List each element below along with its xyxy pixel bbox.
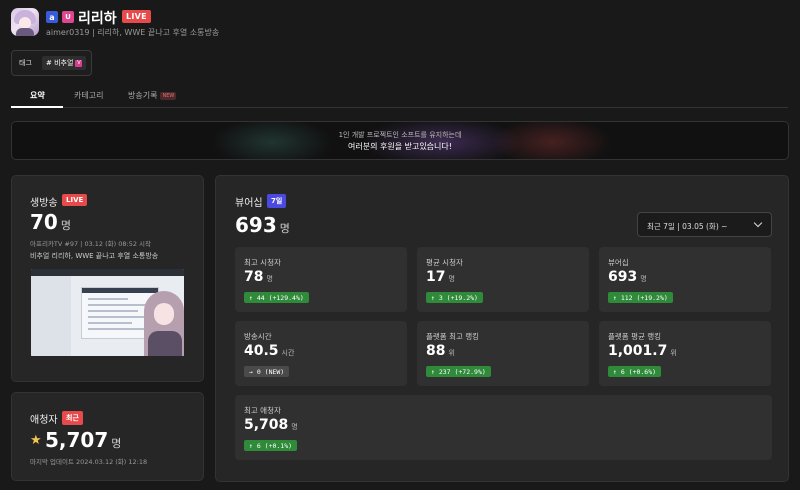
stat-label: 플랫폼 최고 랭킹 (426, 332, 480, 341)
support-banner[interactable]: 1인 개발 프로젝트인 소프트를 유지하는데 여러분의 후원을 받고있습니다! (11, 121, 789, 160)
stat-value: 40.5 시간 (244, 343, 295, 359)
stat-change: → 0 (NEW) (244, 366, 290, 377)
banner-line-1: 1인 개발 프로젝트인 소프트를 유지하는데 (338, 131, 462, 139)
tab-summary[interactable]: 요약 (30, 90, 45, 101)
section-tabs: 요약 카테고리 방송기록 NEW (11, 86, 788, 108)
stat-change: ↑ 112 (+19.2%) (608, 292, 673, 303)
channel-header: a U 리리하 LIVE aimer0319 | 리리하, WWE 끝나고 후열… (11, 8, 411, 42)
stat-label: 평균 시청자 (426, 258, 463, 267)
period-select-value: 최근 7일 | 03.05 (화) ~ (647, 222, 728, 231)
stat-tile: 최고 시청자 78 명 ↑ 44 (+129.4%) (235, 247, 407, 312)
chevron-down-icon (753, 218, 763, 228)
stat-tile: 플랫폼 평균 랭킹 1,001.7 위 ↑ 6 (+0.6%) (599, 321, 771, 386)
live-card: 생방송 LIVE 70 명 아프리카TV #97 | 03.12 (화) 08:5… (11, 175, 204, 382)
fan-card-title: 애청자 (30, 415, 58, 426)
live-badge: LIVE (122, 10, 151, 23)
period-badge: 7일 (267, 194, 287, 208)
tab-broadcast-history[interactable]: 방송기록 NEW (128, 90, 177, 101)
fan-updated: 마지막 업데이트 2024.03.12 (화) 12:18 (30, 458, 148, 466)
stat-value: 5,708 명 (244, 417, 298, 433)
stat-change: ↑ 237 (+72.9%) (426, 366, 491, 377)
banner-line-2: 여러분의 후원을 받고있습니다! (348, 142, 452, 151)
stat-value: 693 명 (608, 269, 647, 285)
period-select[interactable]: 최근 7일 | 03.05 (화) ~ (637, 212, 772, 237)
tab-broadcast-history-label: 방송기록 (128, 91, 158, 100)
stat-label: 플랫폼 평균 랭킹 (608, 332, 662, 341)
active-tab-indicator (11, 106, 63, 108)
stat-change: ↑ 6 (+0.1%) (244, 440, 298, 451)
new-badge: NEW (160, 91, 177, 100)
channel-subline: aimer0319 | 리리하, WWE 끝나고 후열 소통방송 (46, 28, 220, 37)
stat-change: ↑ 6 (+0.6%) (608, 366, 662, 377)
live-meta: 아프리카TV #97 | 03.12 (화) 08:52 시작 (30, 240, 151, 248)
tag-chip-text: # 비추얼 (46, 59, 74, 67)
tag-chip-vtuber[interactable]: # 비추얼 V (42, 56, 87, 70)
stat-value: 17 명 (426, 269, 455, 285)
live-viewer-count: 70 명 (30, 210, 71, 234)
tag-box: 태그 # 비추얼 V (11, 50, 92, 76)
tag-label: 태그 (19, 59, 32, 67)
stat-tile: 뷰어십 693 명 ↑ 112 (+19.2%) (599, 247, 771, 312)
live-card-badge: LIVE (62, 194, 88, 206)
stat-label: 방송시간 (244, 332, 272, 341)
tab-category[interactable]: 카테고리 (74, 90, 103, 101)
vtuber-tag-icon: V (75, 59, 83, 67)
viewership-title: 뷰어십 (235, 198, 263, 209)
viewership-count: 693 명 (235, 213, 290, 237)
stat-value: 88 위 (426, 343, 455, 359)
stat-change: ↑ 44 (+129.4%) (244, 292, 309, 303)
fan-card: 애청자 최근 ★ 5,707 명 마지막 업데이트 2024.03.12 (화) … (11, 392, 204, 481)
stat-tile: 최고 애청자 5,708 명 ↑ 6 (+0.1%) (235, 395, 772, 460)
stat-value: 1,001.7 위 (608, 343, 677, 359)
user-badge-icon: U (62, 11, 74, 23)
stat-tile: 플랫폼 최고 랭킹 88 위 ↑ 237 (+72.9%) (417, 321, 589, 386)
stat-tile: 평균 시청자 17 명 ↑ 3 (+19.2%) (417, 247, 589, 312)
stat-change: ↑ 3 (+19.2%) (426, 292, 483, 303)
stat-value: 78 명 (244, 269, 273, 285)
channel-avatar[interactable] (11, 8, 39, 36)
star-icon: ★ (30, 433, 42, 448)
viewership-card: 뷰어십 7일 693 명 최근 7일 | 03.05 (화) ~ 최고 시청자 7… (215, 175, 789, 482)
fan-card-badge: 최근 (62, 411, 83, 425)
fan-count: 5,707 명 (45, 428, 122, 452)
live-stream-title: 비추얼 리리하, WWE 끝나고 후열 소통방송 (30, 252, 159, 260)
stat-tile: 방송시간 40.5 시간 → 0 (NEW) (235, 321, 407, 386)
live-card-title: 생방송 (30, 198, 58, 209)
afreeca-platform-icon: a (46, 11, 58, 23)
live-thumbnail[interactable] (31, 269, 184, 356)
stat-label: 최고 애청자 (244, 406, 281, 415)
stat-label: 최고 시청자 (244, 258, 281, 267)
stat-label: 뷰어십 (608, 258, 629, 267)
channel-name: 리리하 (78, 11, 117, 27)
